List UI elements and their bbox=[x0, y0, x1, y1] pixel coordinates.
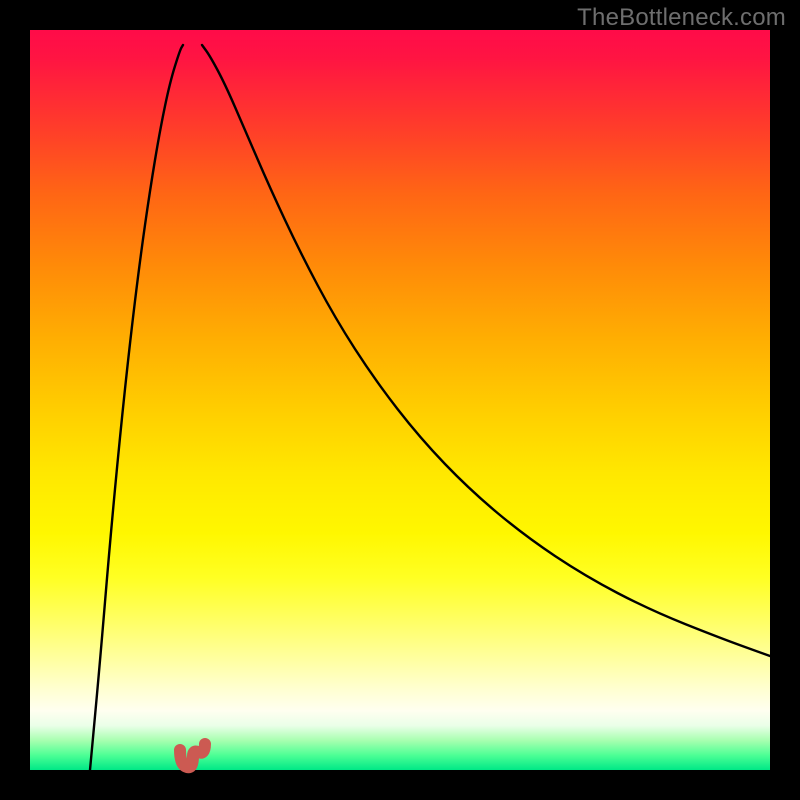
chart-frame: TheBottleneck.com bbox=[0, 0, 800, 800]
watermark-text: TheBottleneck.com bbox=[577, 4, 786, 32]
plot-area bbox=[30, 30, 770, 770]
curve-layer bbox=[30, 30, 770, 770]
cusp-marker bbox=[180, 744, 205, 767]
left-branch-curve bbox=[90, 45, 183, 770]
right-branch-curve bbox=[202, 45, 770, 656]
